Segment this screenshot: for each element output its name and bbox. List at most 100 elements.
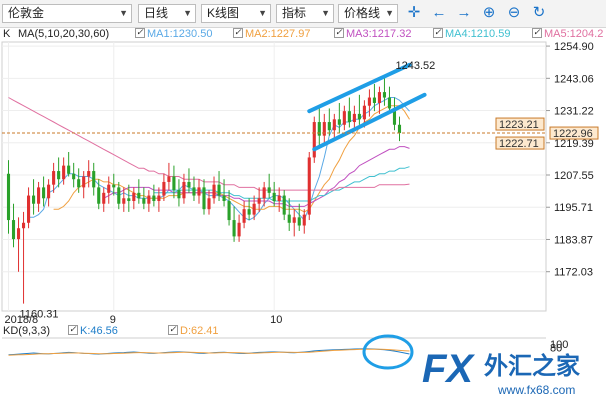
candle-body xyxy=(352,113,356,123)
candle-body xyxy=(312,122,316,158)
candlestick-chart[interactable]: 1243.521160.31 1254.901243.061231.221219… xyxy=(0,0,606,402)
y-tick-label: 1195.71 xyxy=(554,202,593,214)
candle-body xyxy=(302,214,306,226)
candle-body xyxy=(282,195,286,215)
candle-body xyxy=(297,217,301,226)
candle-body xyxy=(222,195,226,202)
y-tick-label: 1254.90 xyxy=(554,41,594,53)
candle[interactable] xyxy=(312,116,316,163)
kd-k-label[interactable]: K:46.56 xyxy=(68,322,118,338)
y-tick-label: 1172.03 xyxy=(554,267,593,279)
candle-body xyxy=(182,181,186,199)
candle-body xyxy=(67,165,71,174)
fx68-watermark: FX 外汇之家 www.fx68.com xyxy=(422,347,580,397)
kd-d-label[interactable]: D:62.41 xyxy=(168,322,219,338)
candle-body xyxy=(327,122,331,131)
candle-body xyxy=(162,181,166,196)
candle-body xyxy=(347,111,351,123)
candle-body xyxy=(247,209,251,215)
candle-body xyxy=(142,198,146,204)
candle-body xyxy=(167,176,171,182)
price-tag-current-text: 1222.96 xyxy=(553,128,593,140)
candle-body xyxy=(72,173,76,180)
candle-body xyxy=(32,195,36,204)
candle-body xyxy=(47,184,51,199)
candle-body xyxy=(187,181,191,188)
price-tag-upper: 1223.21 xyxy=(495,117,545,131)
candle-body xyxy=(317,122,321,136)
watermark-cn: 外汇之家 xyxy=(484,352,580,380)
candle-body xyxy=(292,217,296,223)
kd-legend: KD(9,3,3) K:46.56 D:62.41 xyxy=(0,322,606,338)
candle-body xyxy=(257,198,261,204)
candle[interactable] xyxy=(307,151,311,221)
candle-body xyxy=(332,119,336,131)
candle-body xyxy=(262,187,266,199)
candle-body xyxy=(322,122,326,136)
candle-body xyxy=(152,195,156,202)
candle-body xyxy=(362,105,366,120)
candle-body xyxy=(387,97,392,109)
candle-body xyxy=(217,184,221,196)
y-tick-label: 1207.55 xyxy=(554,170,594,182)
candle-body xyxy=(227,201,231,221)
candle-body xyxy=(132,192,136,202)
candle-body xyxy=(382,92,387,98)
candle-body xyxy=(37,187,41,204)
candle-body xyxy=(177,190,181,199)
y-tick-label: 1243.06 xyxy=(554,73,594,85)
candle-body xyxy=(52,171,56,185)
kd-label: KD(9,3,3) xyxy=(3,325,51,337)
candle-body xyxy=(372,97,376,103)
candle-body xyxy=(212,184,216,199)
price-tag-lower: 1222.71 xyxy=(495,136,545,150)
candle-body xyxy=(267,187,271,193)
price-annotation: 1243.52 xyxy=(395,60,435,72)
candle-body xyxy=(117,187,121,204)
candle-body xyxy=(277,195,281,202)
candle-body xyxy=(21,222,26,229)
candle-body xyxy=(147,195,151,204)
candle-body xyxy=(342,111,346,125)
candle-body xyxy=(172,176,176,191)
candle-body xyxy=(252,203,256,215)
candle-body xyxy=(242,209,246,223)
candle-body xyxy=(237,222,241,237)
candle-body xyxy=(77,179,81,188)
candle-body xyxy=(272,192,276,202)
candle-body xyxy=(232,220,236,237)
watermark-brand: FX xyxy=(422,347,475,391)
candle-body xyxy=(62,165,66,180)
candle-body xyxy=(87,171,91,177)
highlight-circle xyxy=(362,334,414,370)
candle-body xyxy=(202,187,206,210)
candle-body xyxy=(367,97,371,106)
watermark-url: www.fx68.com xyxy=(497,383,575,397)
candle-body xyxy=(97,187,101,204)
candle-body xyxy=(192,187,196,196)
candle-body xyxy=(57,171,61,180)
candle-body xyxy=(307,157,311,215)
candle-body xyxy=(102,192,106,204)
candle-body xyxy=(16,228,21,240)
price-tag-upper-text: 1223.21 xyxy=(499,119,539,131)
candle-body xyxy=(82,176,86,188)
candle-body xyxy=(157,195,161,202)
candle-body xyxy=(337,119,341,125)
candle-body xyxy=(92,171,96,188)
candle-body xyxy=(287,214,291,223)
candle-body xyxy=(197,187,201,196)
candle-body xyxy=(377,92,381,103)
y-tick-label: 1231.22 xyxy=(554,106,594,118)
price-tag-current: 1222.96 xyxy=(549,126,599,140)
candle-body xyxy=(112,184,116,188)
candle-body xyxy=(107,184,111,193)
y-tick-label: 1183.87 xyxy=(554,234,593,246)
candle-body xyxy=(127,198,131,202)
candle-body xyxy=(42,187,46,199)
price-tag-lower-text: 1222.71 xyxy=(499,138,539,150)
candle-body xyxy=(137,192,141,199)
candle-body xyxy=(207,198,211,210)
candle-body xyxy=(122,198,126,204)
candle-body xyxy=(6,173,11,221)
